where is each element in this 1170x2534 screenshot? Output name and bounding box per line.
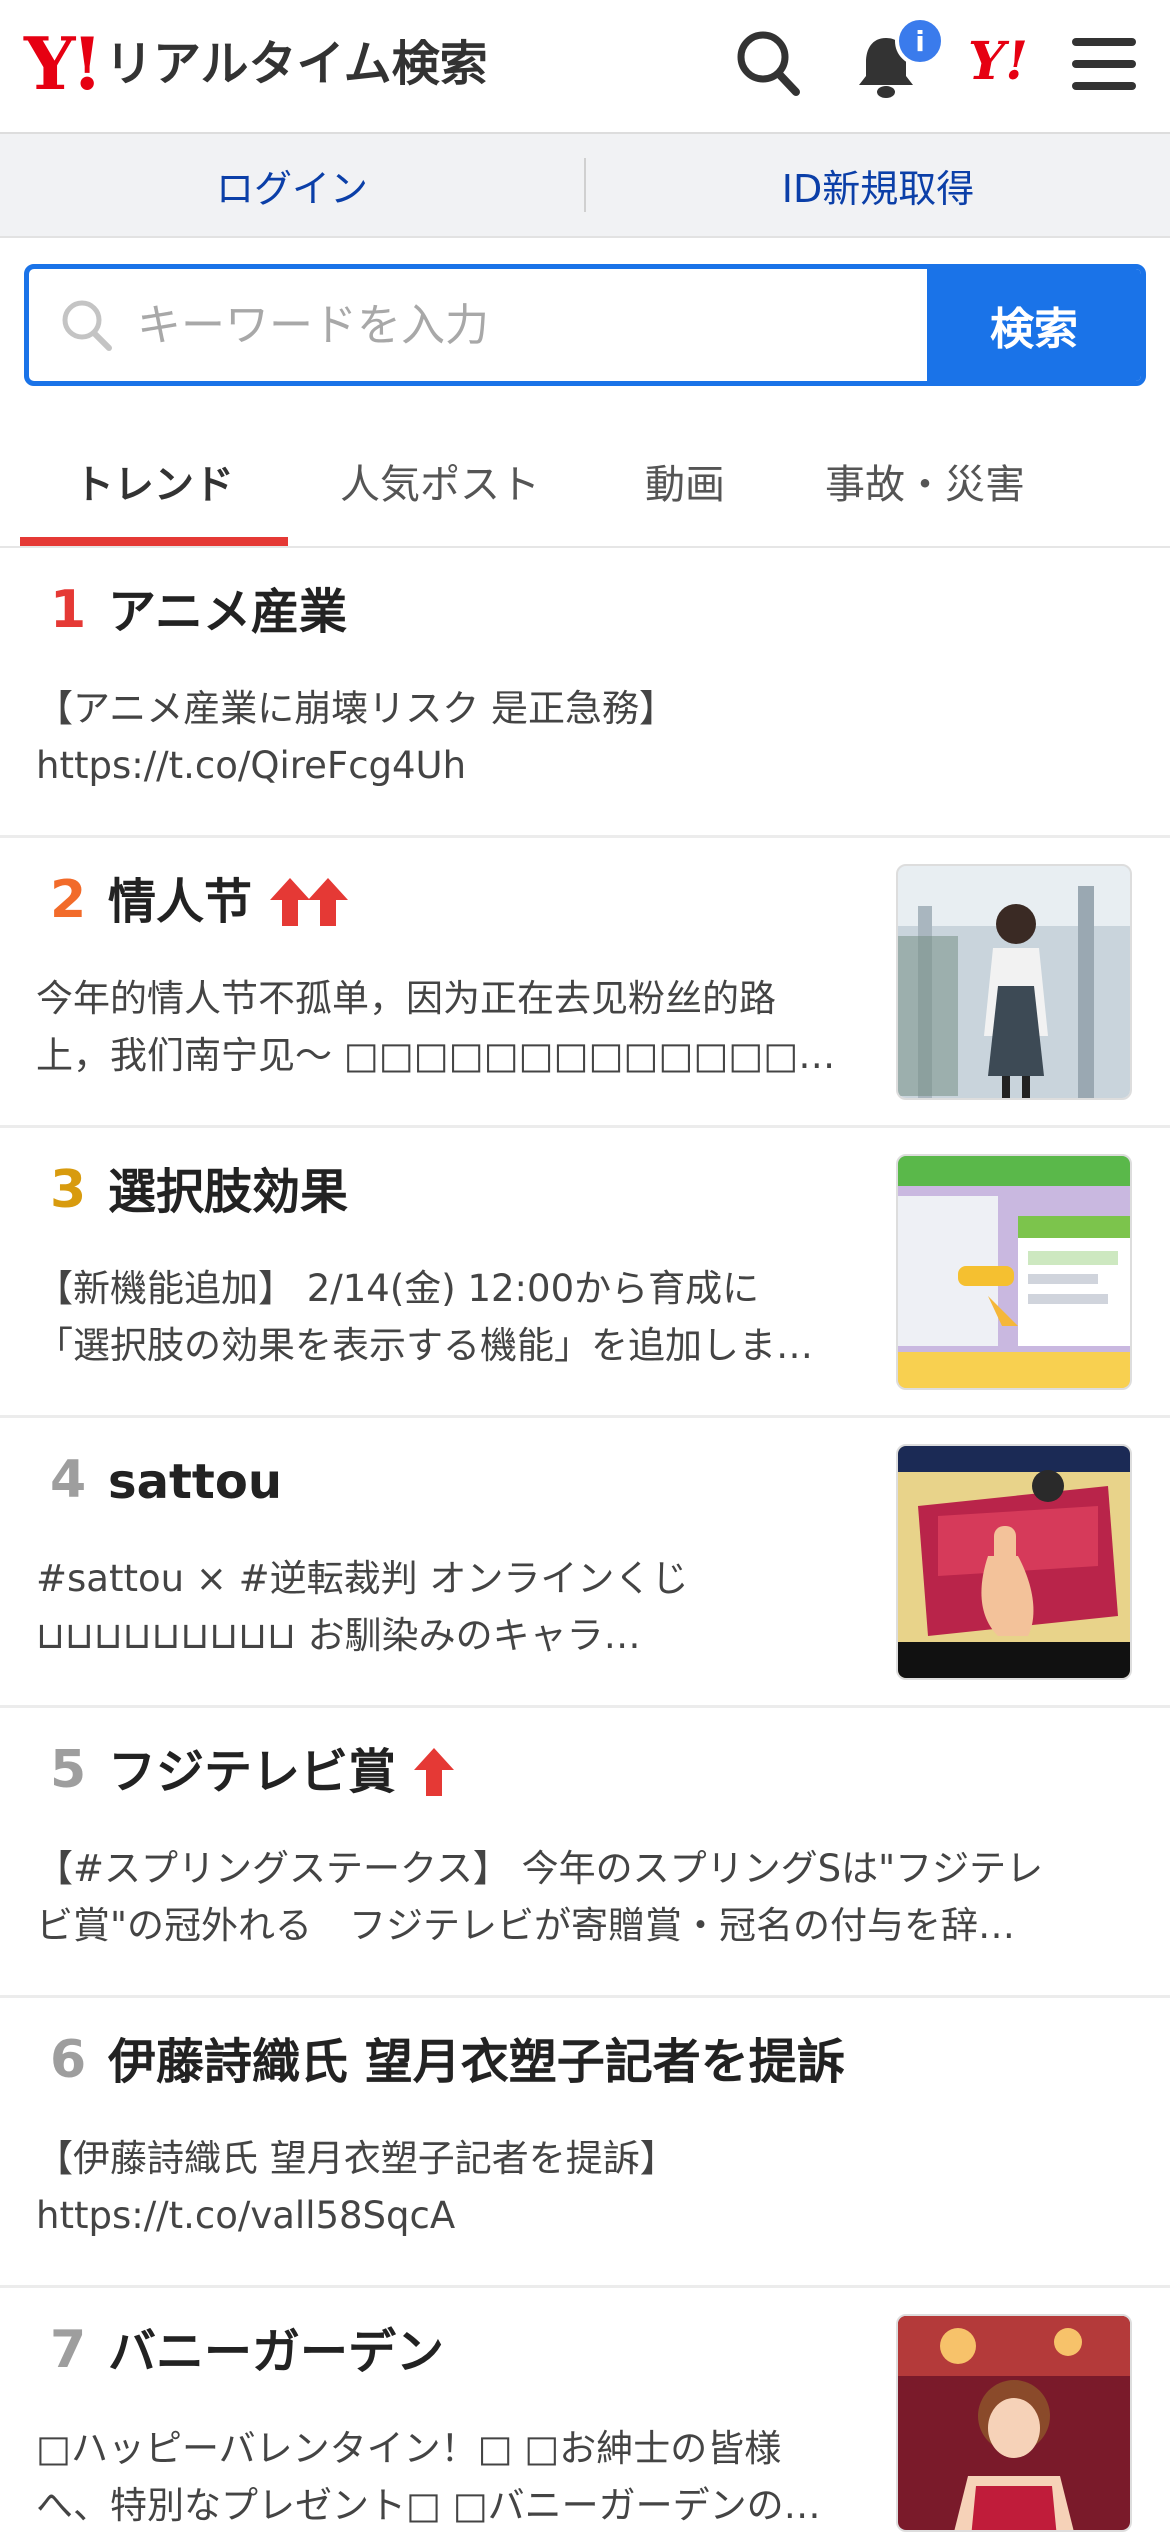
trend-description: 【伊藤詩織氏 望月衣塑子記者を提訴】 https://t.co/vall58Sq… — [36, 2137, 677, 2237]
trend-item[interactable]: 6 伊藤詩織氏 望月衣塑子記者を提訴 【伊藤詩織氏 望月衣塑子記者を提訴】 ht… — [0, 1998, 1170, 2288]
trend-title: sattou — [108, 1454, 282, 1510]
trend-thumbnail[interactable] — [896, 2314, 1132, 2532]
tab-accidents-disasters[interactable]: 事故・災害 — [790, 416, 1060, 546]
trend-item[interactable]: 3 選択肢効果 【新機能追加】 2/14(金) 12:00から育成に 「選択肢の… — [0, 1128, 1170, 1418]
login-link[interactable]: ログイン — [0, 134, 584, 236]
search-field-icon — [62, 300, 112, 351]
rising-arrows — [268, 876, 349, 928]
trend-title: 伊藤詩織氏 望月衣塑子記者を提訴 — [108, 2034, 845, 2090]
up-arrow-icon — [414, 1748, 455, 1796]
trend-rank: 1 — [50, 580, 87, 640]
search-bar: 検索 — [24, 264, 1146, 386]
trend-rank: 6 — [50, 2030, 87, 2090]
trend-description: 【新機能追加】 2/14(金) 12:00から育成に 「選択肢の効果を表示する機… — [36, 1267, 813, 1367]
trend-thumbnail[interactable] — [896, 864, 1132, 1100]
yahoo-logo-mark: Y! — [24, 21, 103, 106]
category-tabs: トレンド 人気ポスト 動画 事故・災害 — [0, 416, 1170, 548]
active-tab-indicator — [20, 537, 288, 546]
trend-title: バニーガーデン — [108, 2324, 445, 2380]
tab-trend[interactable]: トレンド — [20, 416, 288, 546]
trend-description: 今年的情人节不孤单，因为正在去见粉丝的路 上，我们南宁见〜 □□□□□□□□□□… — [36, 977, 856, 1077]
trend-thumbnail[interactable] — [896, 1154, 1132, 1390]
trend-item[interactable]: 7 バニーガーデン □ハッピーバレンタイン！□ □お紳士の皆様 へ、特別なプレゼ… — [0, 2288, 1170, 2532]
trend-description: 【#スプリングステークス】 今年のスプリングSは"フジテレ ビ賞"の冠外れる フ… — [36, 1847, 1044, 1947]
app-header: Y! リアルタイム検索 i Y! — [0, 0, 1170, 134]
trend-rank: 5 — [50, 1740, 87, 1800]
trend-title: アニメ産業 — [108, 584, 348, 640]
trend-item[interactable]: 2 情人节 今年的情人节不孤单，因为正在去见粉丝的路 上，我们南宁见〜 □□□□… — [0, 838, 1170, 1128]
trend-description: #sattou × #逆転裁判 オンラインくじ ⊔⊔⊔⊔⊔⊔⊔⊔⊔ お馴染みのキ… — [36, 1557, 689, 1657]
yahoo-japan-icon[interactable]: Y! — [968, 36, 1028, 88]
search-icon[interactable] — [734, 28, 804, 100]
trend-item[interactable]: 1 アニメ産業 【アニメ産業に崩壊リスク 是正急務】 https://t.co/… — [0, 548, 1170, 838]
trend-rank: 7 — [50, 2320, 87, 2380]
trend-title: フジテレビ賞 — [108, 1740, 455, 1804]
trend-title: 選択肢効果 — [108, 1164, 349, 1220]
tab-popular-posts[interactable]: 人気ポスト — [310, 416, 570, 546]
search-field[interactable] — [29, 269, 927, 381]
notification-badge: i — [895, 16, 945, 66]
app-title: リアルタイム検索 — [105, 36, 488, 92]
app-logo[interactable]: Y! リアルタイム検索 — [24, 28, 488, 100]
up-arrow-icon — [308, 878, 349, 926]
trend-rank: 4 — [50, 1450, 87, 1510]
trend-rank: 3 — [50, 1160, 87, 1220]
trend-rank: 2 — [50, 870, 87, 930]
menu-icon[interactable] — [1072, 36, 1136, 92]
trend-item[interactable]: 5 フジテレビ賞 【#スプリングステークス】 今年のスプリングSは"フジテレ ビ… — [0, 1708, 1170, 1998]
trend-thumbnail[interactable] — [896, 1444, 1132, 1680]
register-link[interactable]: ID新規取得 — [586, 134, 1170, 236]
search-input[interactable] — [135, 298, 839, 352]
tab-videos[interactable]: 動画 — [590, 416, 780, 546]
rising-arrows — [412, 1746, 455, 1798]
trend-title: 情人节 — [108, 870, 349, 934]
trend-description: 【アニメ産業に崩壊リスク 是正急務】 https://t.co/QireFcg4… — [36, 687, 677, 787]
login-bar: ログイン ID新規取得 — [0, 134, 1170, 238]
search-button[interactable]: 検索 — [927, 269, 1141, 381]
trend-item[interactable]: 4 sattou #sattou × #逆転裁判 オンラインくじ ⊔⊔⊔⊔⊔⊔⊔… — [0, 1418, 1170, 1708]
trend-description: □ハッピーバレンタイン！□ □お紳士の皆様 へ、特別なプレゼント□ □バニーガー… — [36, 2427, 821, 2527]
